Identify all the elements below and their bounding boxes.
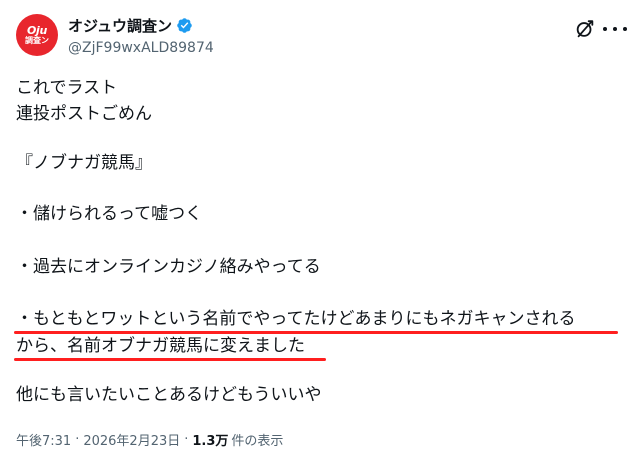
display-name[interactable]: オジュウ調査ン xyxy=(68,15,172,36)
tweet-card: Oju 調査ン オジュウ調査ン @ZjF99wxALD89874 これでラスト … xyxy=(0,0,640,468)
tweet-date[interactable]: 2026年2月23日 xyxy=(83,430,180,449)
highlight-underline xyxy=(14,331,618,334)
tweet-text-line: 連投ポストごめん xyxy=(16,104,152,124)
tweet-text-line: 『ノブナガ競馬』 xyxy=(16,153,152,173)
tweet-text-line: ・もともとワットという名前でやってたけどあまりにもネガキャンされる xyxy=(16,309,576,329)
grok-icon[interactable] xyxy=(574,18,596,40)
avatar-text-top: Oju xyxy=(26,24,48,37)
more-options-icon[interactable] xyxy=(603,19,627,39)
tweet-meta: 午後7:31 · 2026年2月23日 · 1.3万 件の表示 xyxy=(16,430,283,449)
avatar[interactable]: Oju 調査ン xyxy=(16,14,58,56)
meta-separator: · xyxy=(75,432,80,447)
tweet-text-line: ・過去にオンラインカジノ絡みやってる xyxy=(16,257,321,277)
avatar-text-bottom: 調査ン xyxy=(25,36,49,45)
tweet-text-line: これでラスト xyxy=(16,78,118,98)
meta-separator: · xyxy=(184,432,189,447)
views-label: 件の表示 xyxy=(231,434,284,449)
tweet-time[interactable]: 午後7:31 xyxy=(16,430,71,449)
tweet-text-line: から、名前オブナガ競馬に変えました xyxy=(16,336,305,356)
tweet-text-line: ・儲けられるって嘘つく xyxy=(16,204,203,224)
views-count[interactable]: 1.3万 xyxy=(192,430,228,449)
author-handle[interactable]: @ZjF99wxALD89874 xyxy=(68,40,214,56)
highlight-underline xyxy=(14,358,326,361)
tweet-text-line: 他にも言いたいことあるけどもういいや xyxy=(16,385,322,405)
author-name-row[interactable]: オジュウ調査ン xyxy=(68,15,193,36)
verified-badge-icon xyxy=(177,18,192,33)
